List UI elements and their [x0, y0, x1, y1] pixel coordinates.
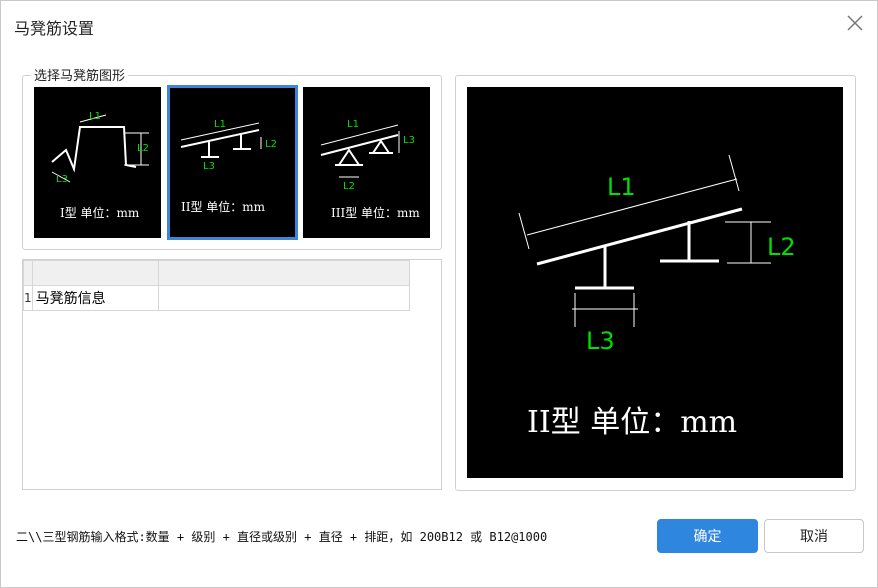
- ok-button[interactable]: 确定: [657, 519, 758, 553]
- dialog-title: 马凳筋设置: [14, 19, 95, 38]
- type2-label-l2: L2: [265, 139, 277, 150]
- preview-label-l3: L3: [586, 327, 615, 355]
- grid-header-row: [23, 260, 410, 286]
- grid-header-index: [23, 260, 33, 286]
- input-format-hint: 二\\三型钢筋输入格式:数量 + 级别 + 直径或级别 + 直径 + 排距，如 …: [16, 530, 548, 544]
- preview-caption: II型 单位：mm: [527, 405, 737, 440]
- shape-thumb-type2[interactable]: L1 L2 L3 II型 单位：mm: [167, 85, 298, 240]
- grid-header-value: [157, 260, 410, 286]
- type1-label-l2: L2: [137, 143, 149, 154]
- preview-label-l2: L2: [767, 233, 796, 261]
- type2-label-l3: L3: [203, 161, 215, 172]
- grid-header-name: [31, 260, 159, 286]
- type1-caption: I型 单位：mm: [60, 205, 140, 220]
- shape-thumb-type1[interactable]: L1 L2 L3 I型 单位：mm: [34, 87, 161, 238]
- type1-label-l1: L1: [89, 111, 101, 122]
- preview-canvas: L1 L2 L3 II型 单位：mm: [467, 87, 843, 478]
- preview-label-l1: L1: [607, 173, 636, 201]
- cancel-button[interactable]: 取消: [764, 519, 864, 553]
- type2-label-l1: L1: [214, 119, 226, 130]
- type3-drawing: L1 L3 L2 III型 单位：mm: [320, 119, 420, 220]
- type1-drawing: L1 L2 L3 I型 单位：mm: [51, 111, 149, 220]
- type3-label-l1: L1: [347, 119, 359, 130]
- preview-drawing: L1 L2 L3 II型 单位：mm: [518, 154, 796, 440]
- property-grid: 1 马凳筋信息: [22, 259, 442, 490]
- type2-drawing: L1 L2 L3 II型 单位：mm: [180, 119, 277, 214]
- shape-thumb-type3[interactable]: L1 L3 L2 III型 单位：mm: [303, 87, 430, 238]
- type2-caption: II型 单位：mm: [181, 199, 266, 214]
- row-value-cell[interactable]: [157, 285, 410, 311]
- row-index: 1: [23, 285, 33, 311]
- table-row[interactable]: 1 马凳筋信息: [23, 285, 410, 311]
- type3-label-l2: L2: [343, 181, 355, 192]
- close-icon[interactable]: [845, 13, 865, 33]
- dialog-window: 马凳筋设置 选择马凳筋图形 L1 L2 L3 I型 单位：mm L1 L2 L3…: [0, 0, 878, 588]
- type3-label-l3: L3: [403, 135, 415, 146]
- shape-group-label: 选择马凳筋图形: [31, 65, 129, 84]
- type3-caption: III型 单位：mm: [331, 205, 420, 220]
- row-name: 马凳筋信息: [31, 285, 159, 311]
- type1-label-l3: L3: [56, 174, 68, 185]
